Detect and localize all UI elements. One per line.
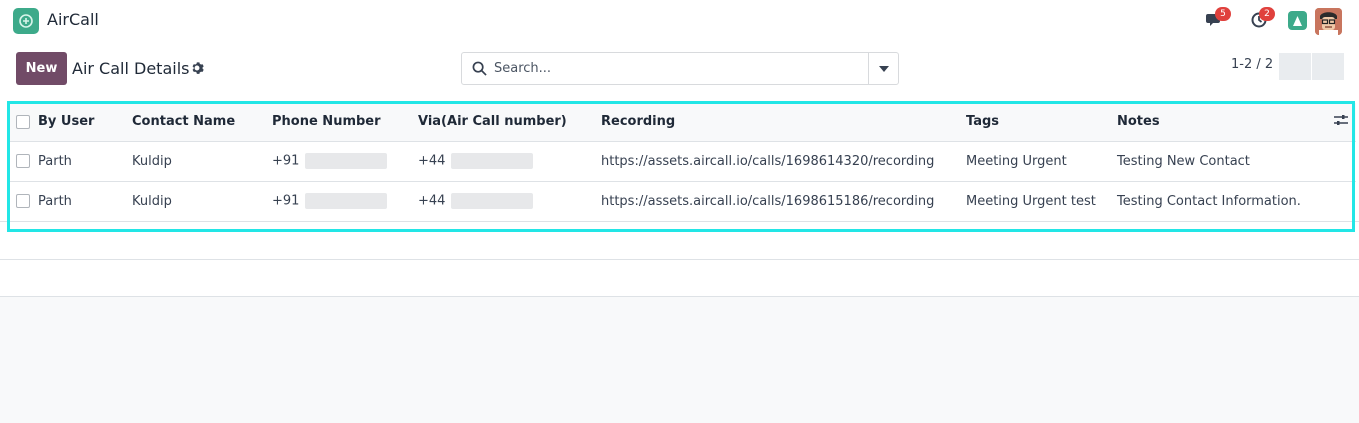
aircall-details-table: By User Contact Name Phone Number Via(Ai… xyxy=(10,103,1356,221)
table-bottom-divider xyxy=(0,221,1359,222)
cell-phone-number: +91 xyxy=(272,141,418,181)
gear-icon[interactable] xyxy=(190,61,204,75)
caret-down-icon xyxy=(878,65,889,72)
cell-via: +44 xyxy=(418,141,601,181)
redacted-phone xyxy=(305,193,388,210)
cell-notes: Testing New Contact xyxy=(1117,153,1250,169)
header-recording[interactable]: Recording xyxy=(601,103,966,141)
cell-recording: https://assets.aircall.io/calls/16986143… xyxy=(601,153,935,169)
cell-via: +44 xyxy=(418,181,601,221)
header-tags[interactable]: Tags xyxy=(966,103,1117,141)
app-logo-icon[interactable] xyxy=(13,8,39,34)
cell-by-user: Parth xyxy=(38,193,72,209)
redacted-via xyxy=(451,153,534,169)
cell-notes: Testing Contact Information. xyxy=(1117,193,1301,209)
cell-tags: Meeting Urgent test xyxy=(966,193,1096,209)
header-via[interactable]: Via(Air Call number) xyxy=(418,103,601,141)
footer-divider xyxy=(0,259,1359,260)
table-row[interactable]: Parth Kuldip +91 +44 https://assets.airc… xyxy=(10,141,1356,181)
search-bar xyxy=(461,52,899,85)
app-name[interactable]: AirCall xyxy=(47,10,99,29)
table-header-row: By User Contact Name Phone Number Via(Ai… xyxy=(10,103,1356,141)
header-by-user[interactable]: By User xyxy=(38,103,132,141)
search-icon xyxy=(472,61,488,77)
cell-recording: https://assets.aircall.io/calls/16986151… xyxy=(601,193,935,209)
table-row[interactable]: Parth Kuldip +91 +44 https://assets.airc… xyxy=(10,181,1356,221)
cell-by-user: Parth xyxy=(38,153,72,169)
phone-prefix: +91 xyxy=(272,193,300,209)
redacted-via xyxy=(451,193,534,210)
cell-phone-number: +91 xyxy=(272,181,418,221)
pager-next-button[interactable] xyxy=(1312,53,1344,80)
messages-badge: 5 xyxy=(1215,7,1231,21)
messages-icon[interactable]: 5 xyxy=(1205,7,1231,30)
activities-clock-icon[interactable]: 2 xyxy=(1249,7,1275,30)
optional-columns-icon[interactable] xyxy=(1334,114,1348,130)
header-notes[interactable]: Notes xyxy=(1117,103,1326,141)
via-prefix: +44 xyxy=(418,193,446,209)
via-prefix: +44 xyxy=(418,153,446,169)
pager-value[interactable]: 1-2 / 2 xyxy=(1231,57,1273,72)
user-avatar[interactable] xyxy=(1315,8,1342,35)
row-checkbox[interactable] xyxy=(16,194,30,209)
search-options-toggle[interactable] xyxy=(868,53,898,84)
search-input[interactable] xyxy=(494,53,864,84)
activities-badge: 2 xyxy=(1259,7,1275,21)
cell-contact-name: Kuldip xyxy=(132,153,172,169)
header-contact-name[interactable]: Contact Name xyxy=(132,103,272,141)
phone-prefix: +91 xyxy=(272,153,300,169)
row-checkbox[interactable] xyxy=(16,154,30,168)
list-view: By User Contact Name Phone Number Via(Ai… xyxy=(0,103,1359,221)
redacted-phone xyxy=(305,153,388,169)
new-button[interactable]: New xyxy=(16,52,67,85)
cell-contact-name: Kuldip xyxy=(132,193,172,209)
select-all-checkbox[interactable] xyxy=(16,114,30,129)
cell-tags: Meeting Urgent xyxy=(966,153,1067,169)
pager-previous-button[interactable] xyxy=(1279,53,1311,80)
header-phone-number[interactable]: Phone Number xyxy=(272,103,418,141)
aircall-widget-icon[interactable] xyxy=(1288,11,1307,30)
top-navbar: AirCall 5 2 xyxy=(0,0,1359,41)
empty-list-area xyxy=(0,297,1359,423)
page-title: Air Call Details xyxy=(72,59,190,78)
